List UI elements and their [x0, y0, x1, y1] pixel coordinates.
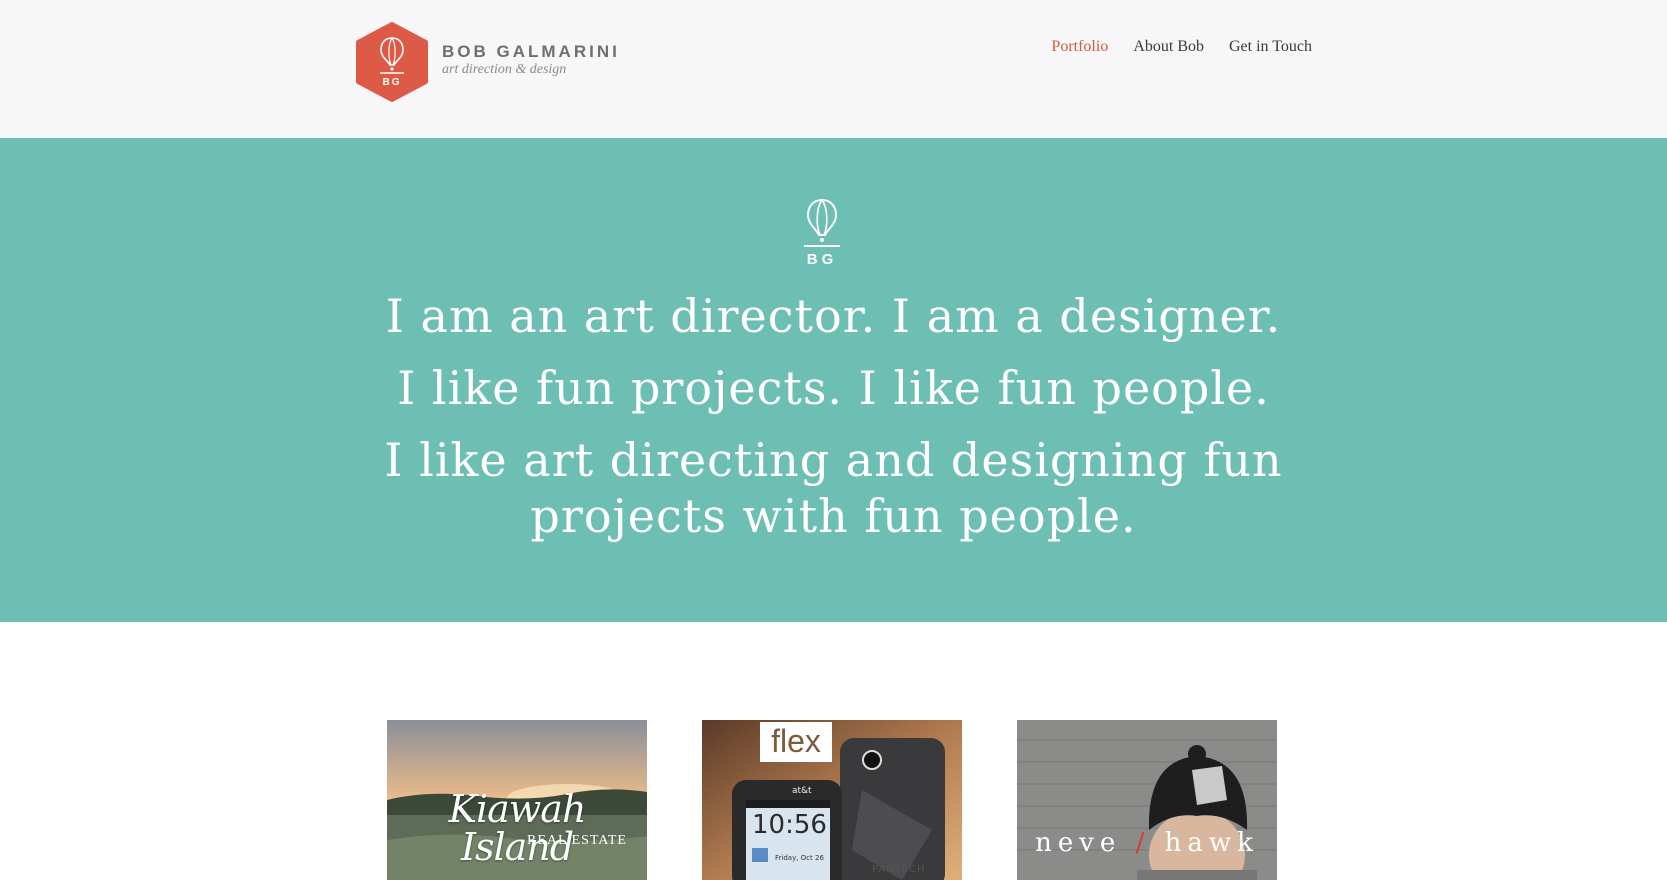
kiawah-subtitle: REAL ESTATE: [527, 833, 627, 848]
portfolio-tile-flex[interactable]: flex at&t 10:56 AM Friday, Oct 26 PANTEC…: [702, 720, 962, 880]
flex-logo: flex: [760, 722, 832, 762]
flex-phone-image: [702, 720, 962, 880]
phone-carrier: at&t: [792, 786, 812, 796]
site-logo[interactable]: BG BOB GALMARINI art direction & design: [354, 22, 620, 102]
hero-statement: I am an art director. I am a designer. I…: [280, 288, 1387, 544]
hero-line-3: I like art directing and designing fun p…: [384, 433, 1283, 543]
phone-ampm: AM: [830, 814, 843, 823]
svg-text:BG: BG: [383, 77, 402, 88]
balloon-logo-icon: BG: [356, 22, 428, 102]
site-header: BG BOB GALMARINI art direction & design …: [0, 0, 1667, 138]
hero-line-1: I am an art director. I am a designer.: [385, 289, 1282, 343]
nav-portfolio[interactable]: Portfolio: [1051, 38, 1108, 56]
neve-word: neve: [1035, 828, 1122, 858]
hawk-word: hawk: [1164, 828, 1259, 858]
main-nav: Portfolio About Bob Get in Touch: [1051, 38, 1312, 56]
portfolio-tile-kiawah-island[interactable]: Kiawah Island REAL ESTATE: [387, 720, 647, 880]
phone-brand: PANTECH: [872, 864, 926, 875]
svg-text:BG: BG: [807, 251, 838, 268]
hero-line-2: I like fun projects. I like fun people.: [397, 361, 1270, 415]
phone-date: Friday, Oct 26: [775, 854, 824, 862]
brand-name: BOB GALMARINI: [442, 42, 620, 61]
nav-get-in-touch[interactable]: Get in Touch: [1229, 38, 1312, 56]
neve-hawk-title: neve / hawk: [1017, 828, 1277, 858]
portfolio-grid: Kiawah Island REAL ESTATE flex at&t 10:5…: [0, 622, 1667, 880]
neve-hawk-separator: /: [1135, 828, 1151, 858]
nav-about-bob[interactable]: About Bob: [1133, 38, 1204, 56]
phone-time: 10:56: [752, 810, 827, 840]
portfolio-tile-neve-hawk[interactable]: neve / hawk: [1017, 720, 1277, 880]
kiawah-title: Kiawah Island: [448, 787, 587, 869]
hero-section: BG I am an art director. I am a designer…: [0, 138, 1667, 622]
balloon-monogram-icon: BG: [804, 198, 840, 268]
brand-tagline: art direction & design: [442, 62, 567, 77]
